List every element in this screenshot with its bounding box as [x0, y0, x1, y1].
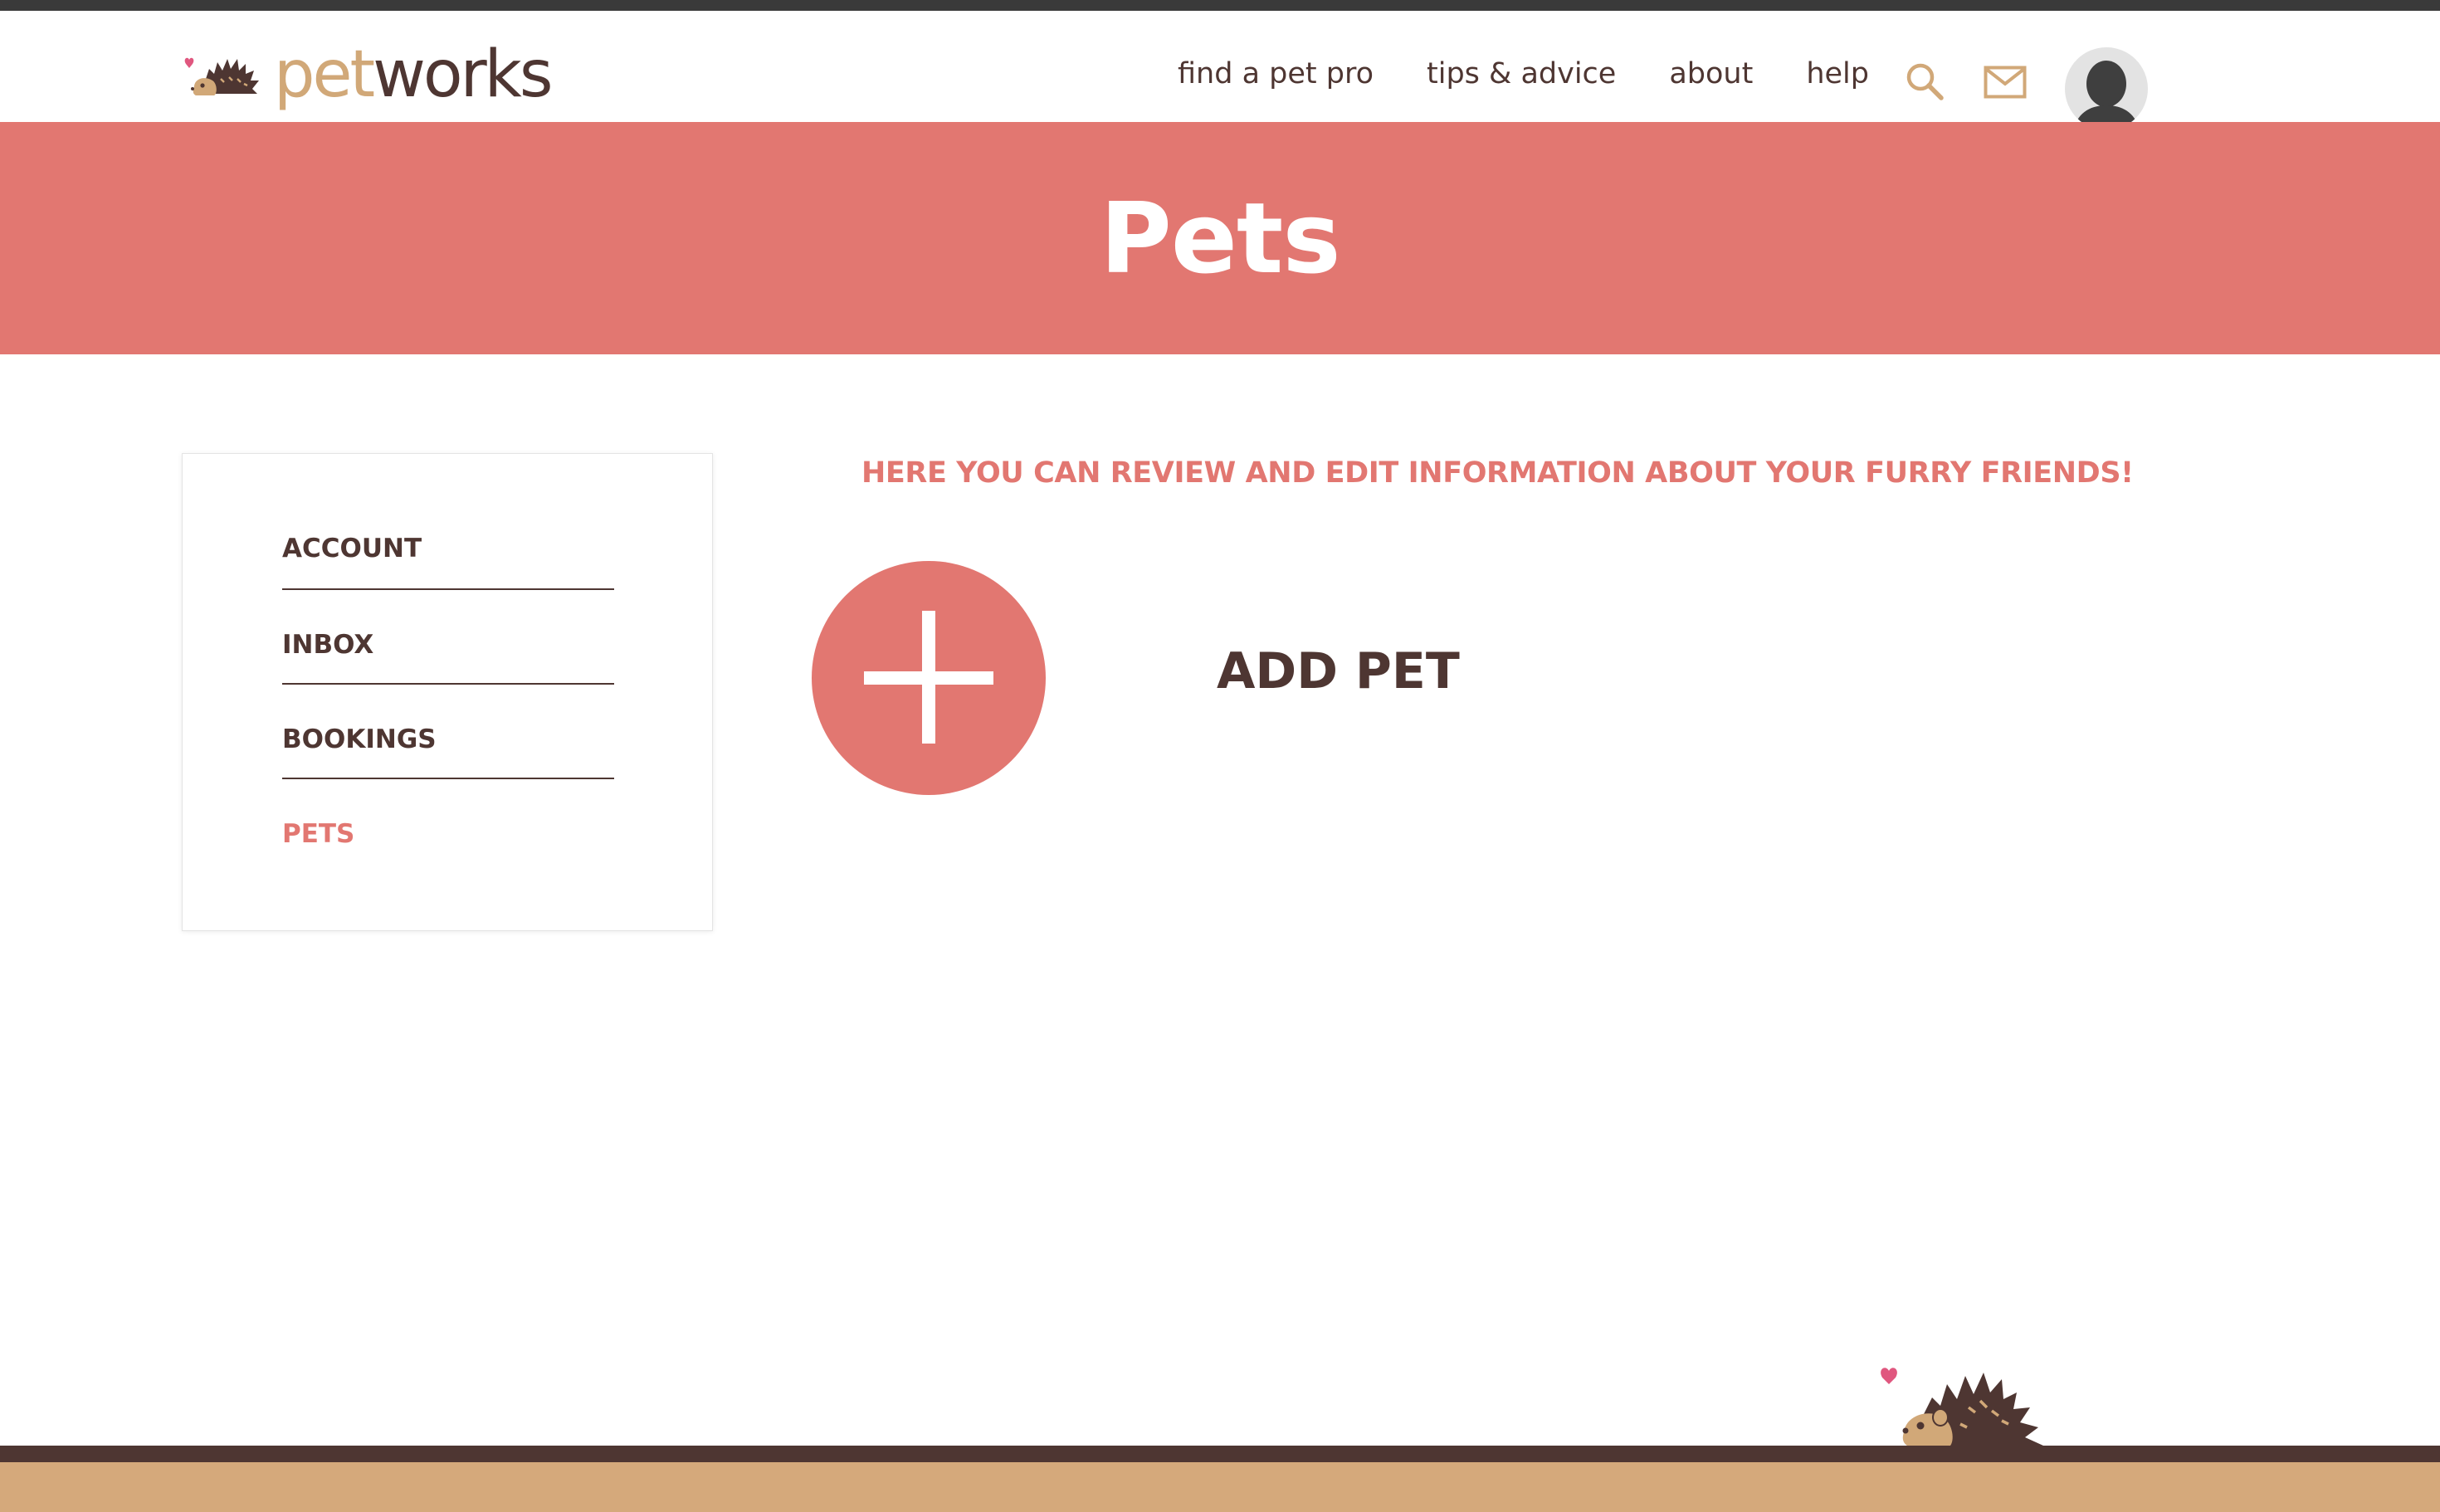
logo-text-pet: pet — [274, 37, 375, 112]
sidebar-item-account[interactable]: ACCOUNT — [282, 534, 614, 590]
sidebar-item-account-label: ACCOUNT — [282, 534, 422, 563]
nav-find-a-pet-pro[interactable]: find a pet pro — [1178, 57, 1374, 90]
sidebar-item-inbox-label: INBOX — [282, 630, 374, 660]
hedgehog-logo-icon — [184, 57, 259, 95]
logo[interactable]: petworks — [181, 37, 554, 112]
avatar[interactable] — [2065, 47, 2148, 130]
user-silhouette-icon — [2073, 61, 2140, 130]
sidebar-item-inbox[interactable]: INBOX — [282, 590, 614, 685]
page-title: Pets — [1100, 181, 1340, 295]
logo-text: petworks — [274, 42, 554, 107]
nav-tips-advice[interactable]: tips & advice — [1427, 57, 1616, 90]
sidebar-item-bookings[interactable]: BOOKINGS — [282, 685, 614, 779]
intro-text: HERE YOU CAN REVIEW AND EDIT INFORMATION… — [861, 456, 2134, 490]
sidebar-item-pets[interactable]: PETS — [282, 779, 614, 874]
site-header: petworks find a pet pro tips & advice ab… — [0, 11, 2440, 130]
logo-text-works: works — [373, 37, 553, 112]
footer-stripe — [0, 1446, 2440, 1462]
mail-icon[interactable] — [1984, 66, 2027, 99]
sidebar-menu: ACCOUNT INBOX BOOKINGS PETS — [282, 534, 614, 874]
nav-help[interactable]: help — [1806, 57, 1869, 90]
hedgehog-footer-icon — [1881, 1368, 2043, 1446]
add-pet-button[interactable] — [812, 561, 1046, 795]
page-banner: Pets — [0, 122, 2440, 354]
footer-band — [0, 1462, 2440, 1512]
sidebar-item-pets-label: PETS — [282, 819, 355, 849]
add-pet-label[interactable]: ADD PET — [1217, 642, 1460, 700]
sidebar-item-bookings-label: BOOKINGS — [282, 724, 437, 754]
main-nav: find a pet pro tips & advice about help — [1178, 57, 1869, 90]
search-icon[interactable] — [1904, 61, 1945, 102]
account-sidebar: ACCOUNT INBOX BOOKINGS PETS — [182, 453, 713, 931]
nav-about[interactable]: about — [1669, 57, 1753, 90]
plus-icon — [864, 611, 993, 744]
top-strip — [0, 0, 2440, 11]
